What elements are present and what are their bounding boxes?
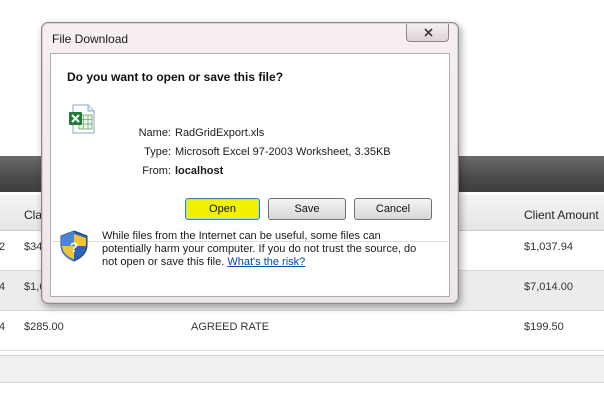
dialog-title: File Download [52,32,129,46]
table-row[interactable]: 4 $285.00 AGREED RATE $199.50 [0,311,604,351]
row-edge-cell: 2 [0,241,6,253]
dialog-question: Do you want to open or save this file? [67,70,284,84]
type-label: Type: [144,146,171,158]
file-name: RadGridExport.xls [175,127,265,139]
row-edge-cell: 4 [0,281,6,293]
cancel-button[interactable]: Cancel [354,198,432,220]
row-edge-cell: 4 [0,321,6,333]
open-button[interactable]: Open [185,198,260,220]
security-shield-icon: ? [60,230,88,262]
whats-the-risk-link[interactable]: What's the risk? [227,256,305,268]
excel-file-icon [69,104,95,134]
column-header-client-amount[interactable]: Client Amount [524,208,599,222]
client-amount-cell: $199.50 [524,321,564,333]
client-amount-cell: $7,014.00 [524,281,573,293]
file-source: localhost [175,165,224,177]
grid-footer [0,355,604,383]
security-warning: While files from the Internet can be use… [102,230,432,269]
close-button[interactable] [406,24,449,42]
file-download-dialog: File Download Do you want to open or sav… [41,22,459,304]
claim-cell: $34 [24,241,43,253]
description-cell: AGREED RATE [191,321,270,333]
close-icon [424,28,433,37]
file-type: Microsoft Excel 97-2003 Worksheet, 3.35K… [175,146,391,158]
name-label: Name: [138,127,171,139]
svg-text:?: ? [70,239,79,255]
client-amount-cell: $1,037.94 [524,241,573,253]
from-label: From: [142,165,171,177]
save-button[interactable]: Save [268,198,346,220]
claim-cell: $285.00 [24,321,64,333]
